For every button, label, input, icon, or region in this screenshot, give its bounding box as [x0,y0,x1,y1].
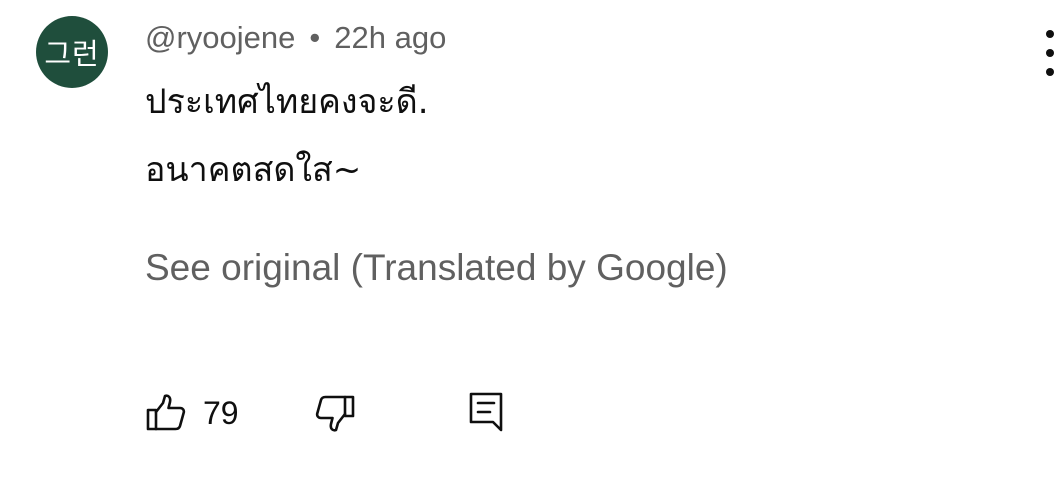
reply-comment-icon [468,391,504,433]
more-vertical-icon [1046,30,1054,38]
see-original-link[interactable]: See original (Translated by Google) [145,244,728,292]
thumbs-down-icon [315,394,355,432]
thumbs-up-icon [146,394,186,432]
more-options-button[interactable] [1036,30,1064,76]
reply-button[interactable] [468,391,504,433]
separator-dot: • [309,20,321,55]
comment-header: @ryoojene • 22h ago [145,18,446,58]
comment-text-line-1: ประเทศไทยคงจะดี. [145,82,429,122]
author-name[interactable]: @ryoojene [145,20,295,55]
dislike-button[interactable] [315,394,355,432]
like-count: 79 [203,395,239,431]
like-button[interactable]: 79 [146,393,239,433]
timestamp[interactable]: 22h ago [334,20,446,55]
comment-text-line-2: อนาคตสดใส~ [145,150,362,190]
avatar[interactable]: 그런 [36,16,108,88]
avatar-initials: 그런 [44,37,100,71]
